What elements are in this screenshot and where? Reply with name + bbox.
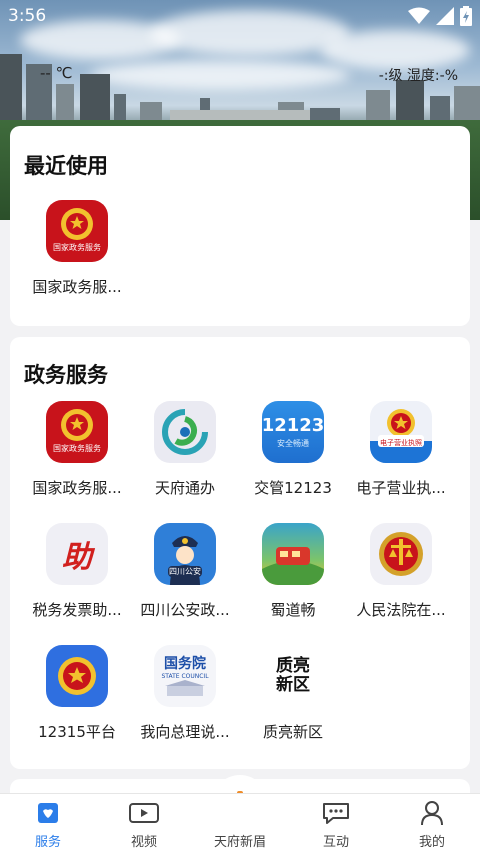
- tab-mine[interactable]: 我的: [384, 794, 480, 853]
- tax-invoice-icon: 助: [46, 523, 108, 585]
- app-label: 天府通办: [154, 479, 215, 497]
- app-icon-title: 国务院: [164, 656, 206, 672]
- air-quality-readout: -:级 湿度:-%: [378, 68, 458, 84]
- state-council-icon: 国务院 STATE COUNCIL: [154, 645, 216, 707]
- tab-service[interactable]: 服务: [0, 794, 96, 853]
- tab-label: 天府新眉: [213, 835, 266, 850]
- app-label: 我向总理说...: [140, 723, 230, 741]
- tab-label: 我的: [418, 835, 445, 850]
- app-national-gov-service[interactable]: 国家政务服务 国家政务服...: [22, 401, 132, 498]
- app-label: 税务发票助...: [32, 601, 122, 619]
- app-peoples-court[interactable]: 人民法院在...: [346, 523, 456, 620]
- bottom-tab-bar: 服务 视频 天府新眉 互动 我的: [0, 793, 480, 853]
- app-icon-caption: STATE COUNCIL: [161, 673, 209, 680]
- app-label: 人民法院在...: [356, 601, 446, 619]
- tab-interact[interactable]: 互动: [288, 794, 384, 853]
- app-label: 交管12123: [254, 479, 332, 497]
- app-label: 12315平台: [38, 723, 116, 741]
- traffic-12123-icon: 12123 安全畅通: [262, 401, 324, 463]
- app-icon-number: 12123: [262, 415, 324, 436]
- app-tianfu-tongban[interactable]: 天府通办: [130, 401, 240, 498]
- police-icon: 四川公安: [154, 523, 216, 585]
- app-say-to-premier[interactable]: 国务院 STATE COUNCIL 我向总理说...: [130, 645, 240, 742]
- status-time: 3:56: [8, 6, 47, 26]
- zhiliang-xinqu-icon: 质亮新区: [262, 645, 324, 707]
- wifi-icon: [408, 7, 430, 30]
- battery-icon: [460, 6, 472, 31]
- app-icon-caption: 电子营业执照: [380, 439, 422, 447]
- app-icon-glyph: 助: [62, 540, 92, 575]
- tab-label: 互动: [322, 835, 349, 850]
- app-shudao-chang[interactable]: 蜀道畅: [238, 523, 348, 620]
- app-label: 电子营业执...: [356, 479, 446, 497]
- services-title: 政务服务: [24, 363, 108, 387]
- tab-tianfu-xinmei[interactable]: 天府新眉: [192, 794, 288, 853]
- app-national-gov-service-recent[interactable]: 国家政务服务 国家政务服...: [22, 200, 132, 297]
- temperature-readout: -- ℃: [40, 64, 73, 82]
- app-label: 蜀道畅: [270, 601, 316, 619]
- signal-icon: [436, 7, 454, 30]
- app-icon-calligraphy: 质亮新区: [276, 656, 310, 695]
- app-label: 国家政务服...: [32, 479, 122, 497]
- app-traffic-12123[interactable]: 12123 安全畅通 交管12123: [238, 401, 348, 498]
- app-icon-caption: 安全畅通: [277, 439, 309, 448]
- app-12315-platform[interactable]: 12315平台: [22, 645, 132, 742]
- app-label: 质亮新区: [262, 723, 323, 741]
- status-bar: 3:56: [0, 0, 480, 34]
- app-business-license[interactable]: 电子营业执照 电子营业执...: [346, 401, 456, 498]
- app-tax-invoice-helper[interactable]: 助 税务发票助...: [22, 523, 132, 620]
- profile-icon: [384, 800, 480, 826]
- home-center-icon: [192, 800, 288, 826]
- recent-card: 最近使用 国家政务服务 国家政务服...: [10, 126, 470, 326]
- tab-label: 服务: [34, 835, 61, 850]
- recent-title: 最近使用: [24, 154, 108, 178]
- app-icon-caption: 国家政务服务: [53, 243, 101, 252]
- court-emblem-icon: [370, 523, 432, 585]
- app-label: 国家政务服...: [32, 278, 122, 296]
- app-label: 四川公安政...: [140, 601, 230, 619]
- tab-label: 视频: [130, 835, 157, 850]
- chat-icon: [288, 800, 384, 826]
- tianfu-logo-icon: [154, 401, 216, 463]
- national-emblem-icon: 国家政务服务: [46, 200, 108, 262]
- national-emblem-icon: 国家政务服务: [46, 401, 108, 463]
- app-icon-caption: 四川公安: [168, 566, 202, 577]
- app-icon-caption: 国家政务服务: [53, 444, 101, 453]
- video-icon: [96, 800, 192, 826]
- business-license-icon: 电子营业执照: [370, 401, 432, 463]
- tab-video[interactable]: 视频: [96, 794, 192, 853]
- shudao-train-icon: [262, 523, 324, 585]
- app-sichuan-police[interactable]: 四川公安 四川公安政...: [130, 523, 240, 620]
- services-card: 政务服务 国家政务服务 国家政务服... 天府通办 12123 安全畅通 交管1…: [10, 337, 470, 769]
- service-icon: [0, 800, 96, 826]
- app-zhiliang-xinqu[interactable]: 质亮新区 质亮新区: [238, 645, 348, 742]
- emblem-12315-icon: [46, 645, 108, 707]
